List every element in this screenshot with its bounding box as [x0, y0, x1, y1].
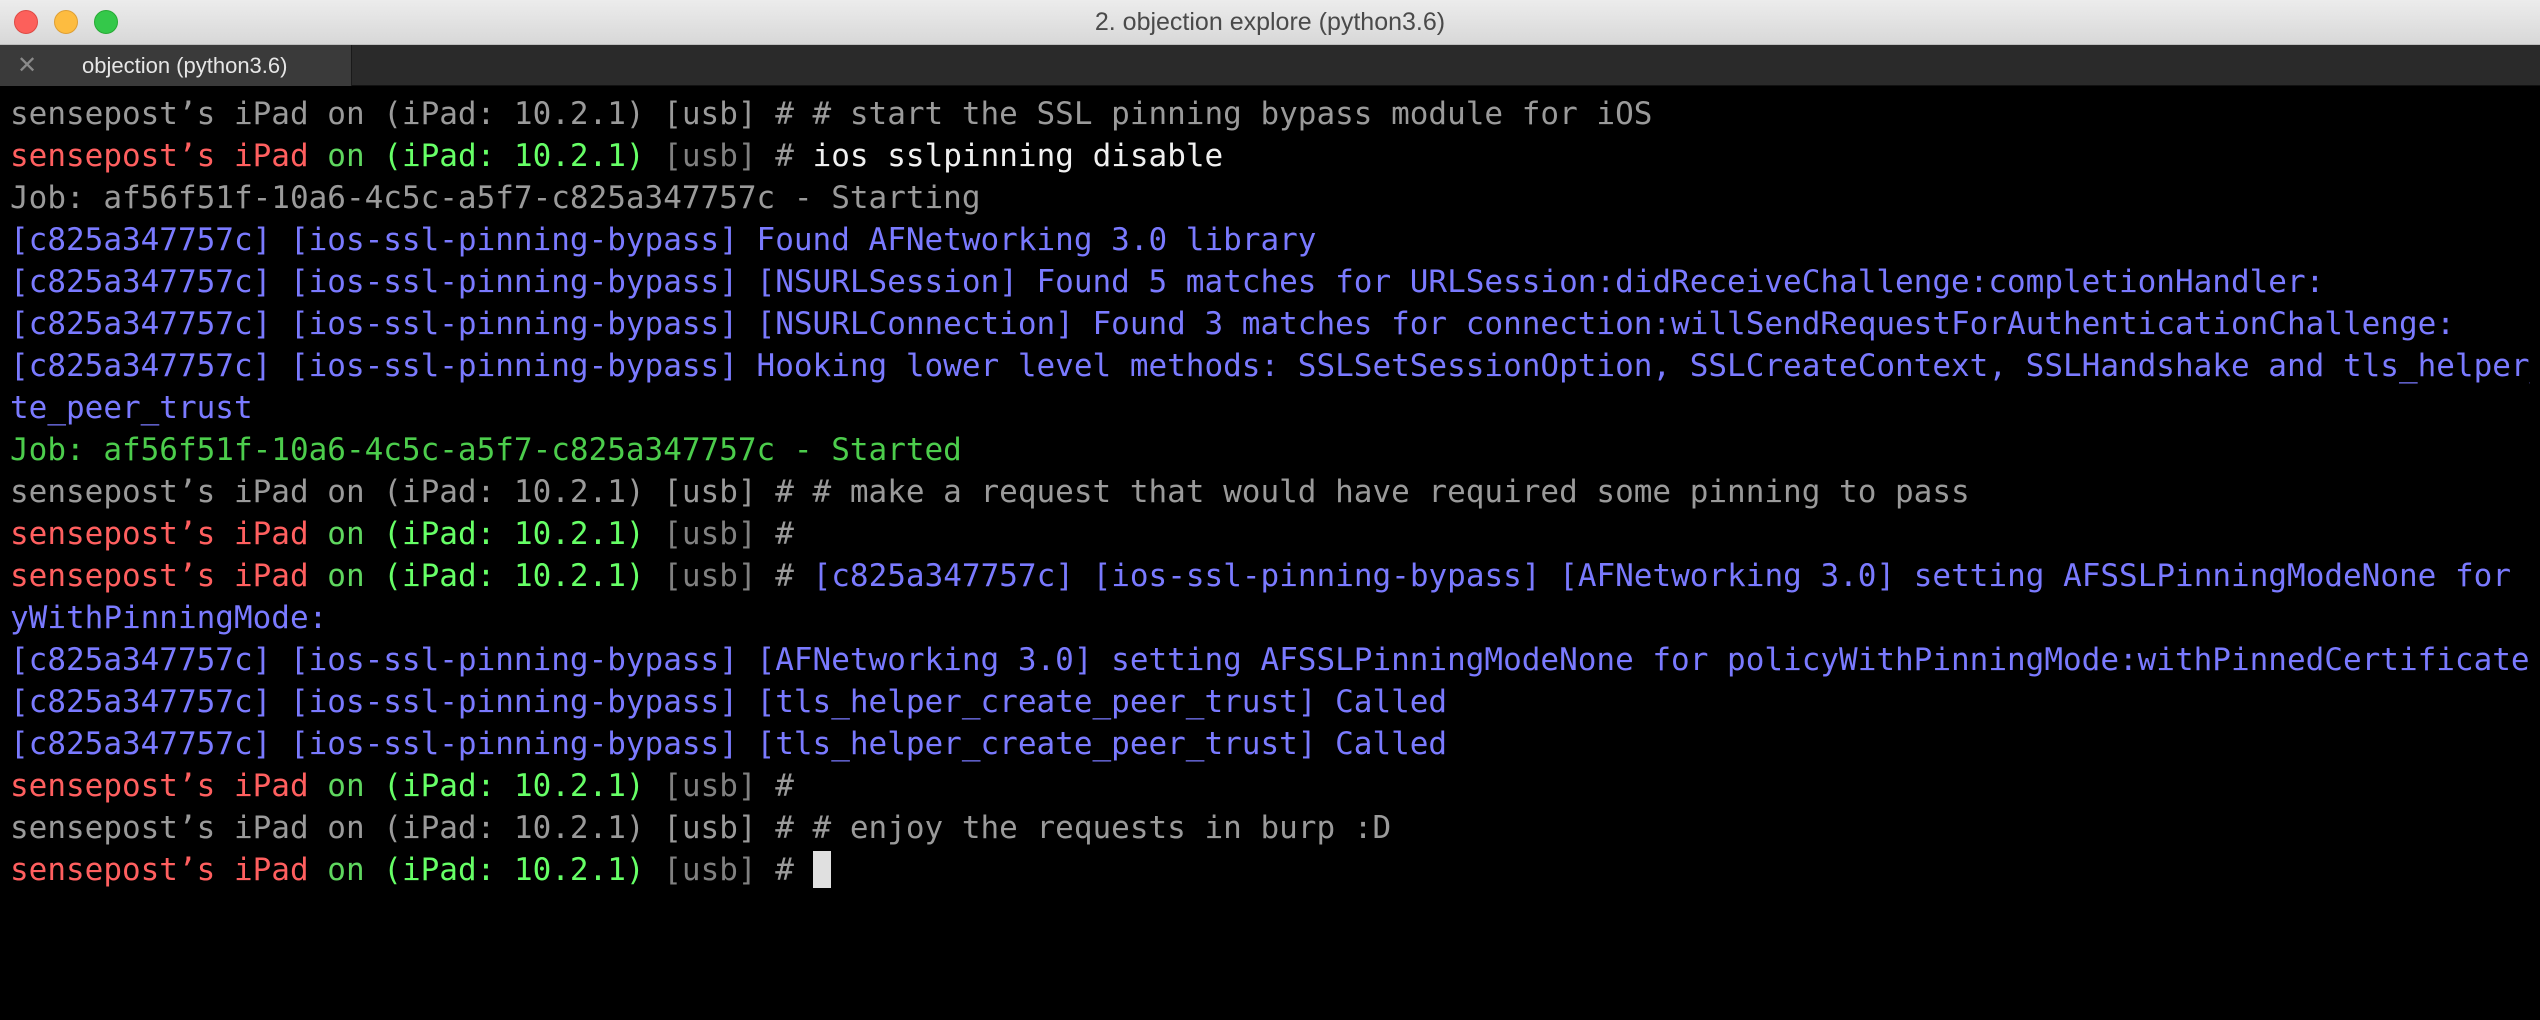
prompt-usb: [usb]: [663, 558, 757, 594]
terminal-line-comment: sensepost’s iPad on (iPad: 10.2.1) [usb]…: [10, 474, 1970, 510]
terminal-line-output: [c825a347757c] [ios-ssl-pinning-bypass] …: [10, 222, 1317, 258]
prompt-user: sensepost’s iPad: [10, 138, 309, 174]
prompt-user: sensepost’s iPad: [10, 852, 309, 888]
prompt-usb: [usb]: [663, 516, 757, 552]
command-text: ios sslpinning disable: [812, 138, 1224, 174]
tab-label: objection (python3.6): [82, 53, 288, 78]
prompt-hash: #: [775, 768, 794, 804]
terminal-line-output: [c825a347757c] [ios-ssl-pinning-bypass] …: [10, 726, 1448, 762]
terminal-window: 2. objection explore (python3.6) ✕ objec…: [0, 0, 2540, 1020]
terminal-line-output: [c825a347757c] [ios-ssl-pinning-bypass] …: [10, 642, 2530, 678]
terminal-line-output: [c825a347757c] [ios-ssl-pinning-bypass] …: [10, 348, 2530, 384]
terminal-output[interactable]: sensepost’s iPad on (iPad: 10.2.1) [usb]…: [0, 86, 2540, 1020]
prompt-host: (iPad: 10.2.1): [383, 852, 645, 888]
prompt-user: sensepost’s iPad: [10, 768, 309, 804]
tab-bar: ✕ objection (python3.6): [0, 45, 2540, 86]
terminal-line-job-starting: Job: af56f51f-10a6-4c5c-a5f7-c825a347757…: [10, 180, 981, 216]
terminal-inline-output: [c825a347757c] [ios-ssl-pinning-bypass] …: [812, 558, 2530, 594]
prompt-usb: [usb]: [663, 852, 757, 888]
prompt-user: sensepost’s iPad: [10, 516, 309, 552]
text-cursor[interactable]: [812, 851, 831, 888]
terminal-line-job-started: Job: af56f51f-10a6-4c5c-a5f7-c825a347757…: [10, 432, 962, 468]
prompt-on: on: [327, 138, 365, 174]
terminal-line-prompt: sensepost’s iPad on (iPad: 10.2.1) [usb]…: [10, 513, 2530, 555]
window-title: 2. objection explore (python3.6): [1094, 8, 1446, 36]
prompt-hash: #: [775, 558, 794, 594]
close-icon[interactable]: ✕: [14, 52, 40, 78]
terminal-line-output: [c825a347757c] [ios-ssl-pinning-bypass] …: [10, 684, 1448, 720]
terminal-line-comment: sensepost’s iPad on (iPad: 10.2.1) [usb]…: [10, 810, 1392, 846]
terminal-line-output: [c825a347757c] [ios-ssl-pinning-bypass] …: [10, 306, 2455, 342]
prompt-usb: [usb]: [663, 768, 757, 804]
terminal-line-output: yWithPinningMode:: [10, 600, 328, 636]
prompt-host: (iPad: 10.2.1): [383, 558, 645, 594]
prompt-host: (iPad: 10.2.1): [383, 138, 645, 174]
prompt-on: on: [327, 558, 365, 594]
terminal-line-active-prompt[interactable]: sensepost’s iPad on (iPad: 10.2.1) [usb]…: [10, 849, 2530, 891]
terminal-line-prompt: sensepost’s iPad on (iPad: 10.2.1) [usb]…: [10, 765, 2530, 807]
prompt-host: (iPad: 10.2.1): [383, 516, 645, 552]
terminal-line-output: te_peer_trust: [10, 390, 253, 426]
tab-objection[interactable]: ✕ objection (python3.6): [0, 45, 352, 86]
title-bar[interactable]: 2. objection explore (python3.6): [0, 0, 2540, 45]
terminal-line-output: [c825a347757c] [ios-ssl-pinning-bypass] …: [10, 264, 2325, 300]
terminal-line-prompt: sensepost’s iPad on (iPad: 10.2.1) [usb]…: [10, 555, 2530, 597]
prompt-on: on: [327, 768, 365, 804]
prompt-on: on: [327, 852, 365, 888]
terminal-line-prompt: sensepost’s iPad on (iPad: 10.2.1) [usb]…: [10, 135, 2530, 177]
prompt-usb: [usb]: [663, 138, 757, 174]
prompt-hash: #: [775, 852, 794, 888]
prompt-on: on: [327, 516, 365, 552]
prompt-host: (iPad: 10.2.1): [383, 768, 645, 804]
prompt-user: sensepost’s iPad: [10, 558, 309, 594]
terminal-line-comment: sensepost’s iPad on (iPad: 10.2.1) [usb]…: [10, 96, 1653, 132]
prompt-hash: #: [775, 516, 794, 552]
prompt-hash: #: [775, 138, 794, 174]
